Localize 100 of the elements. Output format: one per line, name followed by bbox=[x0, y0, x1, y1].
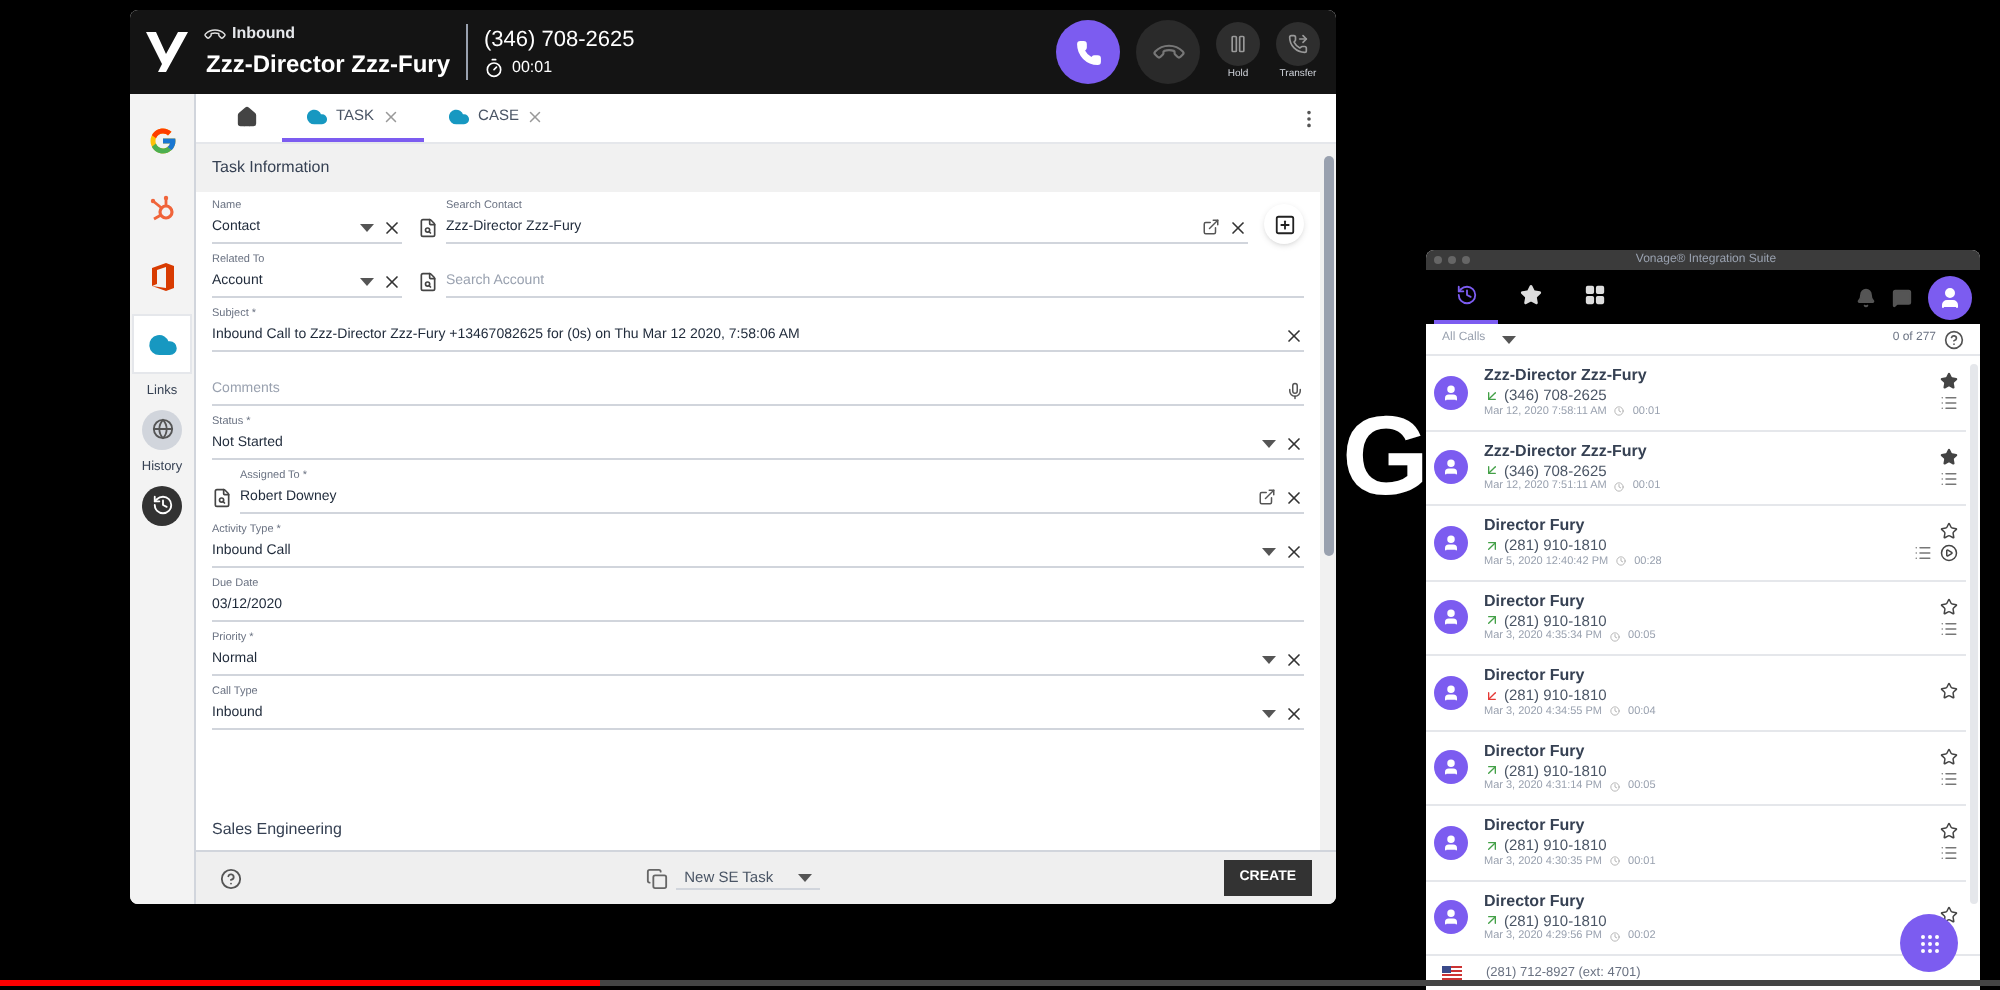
history-icon bbox=[1455, 284, 1477, 306]
microphone-icon[interactable] bbox=[1286, 382, 1304, 400]
clock-icon bbox=[1610, 856, 1621, 867]
hang-up-button[interactable] bbox=[1136, 20, 1200, 84]
notifications-icon[interactable] bbox=[1856, 287, 1876, 307]
person-icon bbox=[1442, 383, 1460, 402]
grid-icon bbox=[1583, 284, 1605, 306]
history-icon bbox=[151, 494, 173, 516]
contact-name: Director Fury bbox=[1484, 816, 1587, 837]
person-icon bbox=[1442, 908, 1460, 927]
clock-icon bbox=[1610, 706, 1621, 717]
profile-avatar[interactable] bbox=[1928, 275, 1972, 319]
incoming-call-icon bbox=[1484, 462, 1500, 479]
notes-icon[interactable] bbox=[1940, 394, 1958, 413]
help-icon[interactable] bbox=[220, 867, 242, 889]
caret-icon bbox=[1262, 439, 1276, 448]
star-icon[interactable] bbox=[1940, 681, 1958, 700]
outgoing-call-icon bbox=[1484, 912, 1500, 929]
contact-name: Director Fury bbox=[1484, 666, 1587, 687]
notes-icon[interactable] bbox=[1940, 844, 1958, 863]
clear-icon[interactable] bbox=[1284, 487, 1304, 508]
history-button[interactable] bbox=[142, 485, 182, 525]
person-icon bbox=[1938, 285, 1962, 309]
outgoing-call-icon bbox=[1484, 837, 1500, 854]
add-button[interactable] bbox=[1264, 204, 1304, 244]
timer-icon bbox=[484, 58, 505, 79]
transfer-button[interactable] bbox=[1276, 21, 1320, 66]
notes-icon[interactable] bbox=[1940, 619, 1958, 638]
clear-icon[interactable] bbox=[382, 271, 402, 292]
home-icon bbox=[236, 105, 258, 127]
star-icon[interactable] bbox=[1940, 822, 1958, 841]
clock-icon bbox=[1610, 781, 1621, 792]
person-icon bbox=[1442, 533, 1460, 552]
call-direction: Inbound bbox=[232, 22, 296, 46]
contact-name: Zzz-Director Zzz-Fury bbox=[1484, 441, 1649, 462]
section-title: Task Information bbox=[210, 156, 332, 180]
notes-icon[interactable] bbox=[1940, 469, 1958, 488]
notes-icon[interactable] bbox=[1940, 769, 1958, 788]
star-icon[interactable] bbox=[1940, 747, 1958, 766]
caret-icon bbox=[360, 277, 374, 286]
cloud-icon bbox=[448, 105, 471, 127]
contact-name: Director Fury bbox=[1484, 891, 1587, 912]
play-icon[interactable] bbox=[1940, 544, 1958, 563]
pause-icon bbox=[1228, 33, 1248, 54]
clock-icon bbox=[1616, 556, 1627, 567]
caret-icon bbox=[1262, 547, 1276, 556]
star-icon bbox=[1519, 284, 1541, 306]
contact-name: Director Fury bbox=[1484, 516, 1587, 537]
contact-name: Director Fury bbox=[1484, 741, 1587, 762]
clear-icon[interactable] bbox=[1284, 541, 1304, 562]
app-rail-item[interactable] bbox=[132, 314, 192, 374]
section-title: Sales Engineering bbox=[212, 818, 344, 842]
open-icon[interactable] bbox=[1202, 218, 1220, 237]
star-icon[interactable] bbox=[1940, 447, 1958, 466]
lookup-icon[interactable] bbox=[418, 272, 438, 292]
caret-icon bbox=[360, 223, 374, 232]
lookup-icon[interactable] bbox=[212, 488, 232, 508]
star-icon[interactable] bbox=[1940, 522, 1958, 541]
person-icon bbox=[1442, 458, 1460, 477]
person-icon bbox=[1442, 758, 1460, 777]
outgoing-call-icon bbox=[1484, 762, 1500, 779]
caller-number: (346) 708-2625 bbox=[484, 25, 635, 56]
star-icon[interactable] bbox=[1940, 906, 1958, 925]
missed-call-icon bbox=[1484, 687, 1500, 704]
clear-icon[interactable] bbox=[1228, 217, 1248, 238]
close-icon[interactable] bbox=[526, 107, 545, 125]
flag-icon bbox=[1442, 966, 1462, 980]
globe-icon bbox=[151, 418, 173, 441]
caret-icon bbox=[797, 873, 812, 881]
hold-button[interactable] bbox=[1216, 21, 1260, 66]
messages-icon[interactable] bbox=[1892, 287, 1912, 307]
template-icon bbox=[646, 867, 669, 889]
notes-icon[interactable] bbox=[1914, 544, 1932, 563]
star-icon[interactable] bbox=[1940, 597, 1958, 616]
star-icon[interactable] bbox=[1940, 372, 1958, 391]
clock-icon bbox=[1614, 481, 1625, 492]
open-icon[interactable] bbox=[1258, 488, 1276, 507]
backdrop-heading: G bbox=[1342, 400, 1430, 512]
answer-button[interactable] bbox=[1056, 20, 1120, 84]
help-icon[interactable] bbox=[1944, 329, 1964, 349]
clear-icon[interactable] bbox=[1284, 649, 1304, 670]
lookup-icon[interactable] bbox=[418, 218, 438, 238]
google-icon bbox=[147, 125, 177, 155]
sprocket-icon bbox=[148, 194, 176, 222]
caret-icon bbox=[1262, 709, 1276, 718]
video-progress-track[interactable] bbox=[0, 980, 2000, 986]
clear-icon[interactable] bbox=[1284, 433, 1304, 454]
person-icon bbox=[1442, 683, 1460, 702]
clock-icon bbox=[1610, 631, 1621, 642]
clear-icon[interactable] bbox=[1284, 703, 1304, 724]
clear-icon[interactable] bbox=[382, 217, 402, 238]
links-button[interactable] bbox=[142, 409, 182, 450]
clear-icon[interactable] bbox=[1284, 325, 1304, 346]
caret-icon bbox=[1262, 655, 1276, 664]
outgoing-call-icon bbox=[1484, 537, 1500, 554]
call-timer: 00:01 bbox=[512, 56, 553, 81]
cloud-icon bbox=[306, 105, 328, 127]
caret-icon bbox=[1501, 335, 1516, 343]
close-icon[interactable] bbox=[382, 107, 401, 125]
outgoing-call-icon bbox=[1484, 612, 1500, 629]
